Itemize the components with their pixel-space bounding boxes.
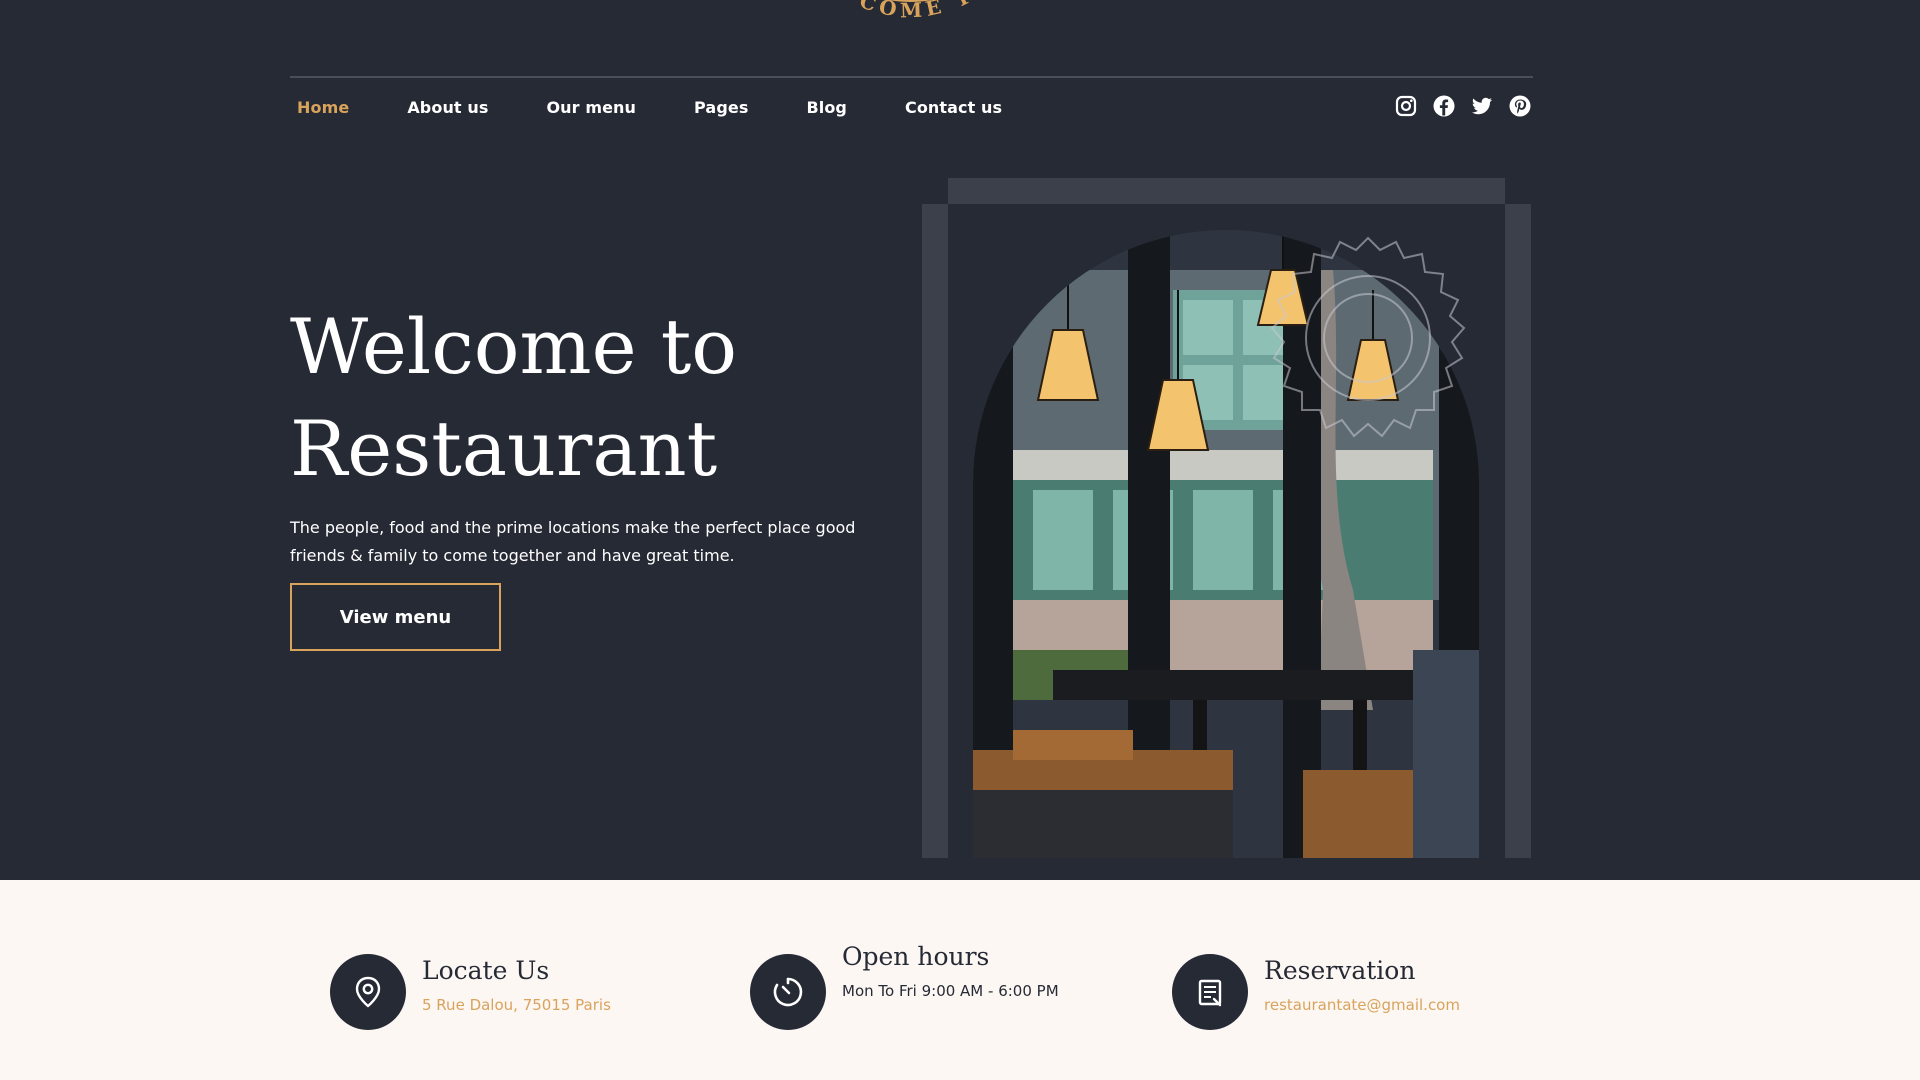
frame-right-bar: [1505, 204, 1531, 858]
nav-blog[interactable]: Blog: [806, 98, 847, 117]
info-address[interactable]: 5 Rue Dalou, 75015 Paris: [422, 992, 611, 1019]
nav-contact-us[interactable]: Contact us: [905, 98, 1002, 117]
hero-title-line1: Welcome to: [290, 302, 738, 391]
info-title: Reservation: [1264, 956, 1416, 985]
info-title: Locate Us: [422, 956, 550, 985]
location-pin-icon: [330, 954, 406, 1030]
hero-title: Welcome to Restaurant: [290, 296, 870, 500]
info-reservation: Reservation restaurantate@gmail.com: [1172, 954, 1460, 1030]
logo-arc-text: COME TO: [857, 0, 993, 22]
info-email[interactable]: restaurantate@gmail.com: [1264, 992, 1460, 1019]
view-menu-button[interactable]: View menu: [290, 583, 501, 651]
instagram-icon[interactable]: [1394, 94, 1418, 118]
nav-home[interactable]: Home: [297, 98, 349, 117]
info-strip: Locate Us 5 Rue Dalou, 75015 Paris Open …: [0, 880, 1920, 1080]
info-open-hours: Open hours Mon To Fri 9:00 AM - 6:00 PM: [750, 942, 1070, 1030]
clock-icon: [750, 954, 826, 1030]
nav-divider: [290, 76, 1533, 78]
frame-left-bar: [922, 204, 948, 858]
info-locate-us: Locate Us 5 Rue Dalou, 75015 Paris: [330, 954, 611, 1030]
pinterest-icon[interactable]: [1508, 94, 1532, 118]
info-title: Open hours: [842, 942, 990, 971]
twitter-icon[interactable]: [1470, 94, 1494, 118]
facebook-icon[interactable]: [1432, 94, 1456, 118]
hero-description: The people, food and the prime locations…: [290, 518, 856, 565]
frame-top-bar: [948, 178, 1505, 204]
nav-our-menu[interactable]: Our menu: [546, 98, 636, 117]
decorative-stamp-icon: [1270, 236, 1466, 438]
reservation-icon: [1172, 954, 1248, 1030]
logo[interactable]: COME TO: [822, 0, 998, 36]
main-nav: Home About us Our menu Pages Blog Contac…: [297, 94, 1060, 120]
nav-pages[interactable]: Pages: [694, 98, 748, 117]
social-links: [1394, 94, 1532, 118]
info-hours: Mon To Fri 9:00 AM - 6:00 PM: [842, 982, 1059, 1000]
nav-about-us[interactable]: About us: [407, 98, 488, 117]
svg-text:COME TO: COME TO: [857, 0, 998, 22]
hero-title-line2: Restaurant: [290, 404, 718, 493]
